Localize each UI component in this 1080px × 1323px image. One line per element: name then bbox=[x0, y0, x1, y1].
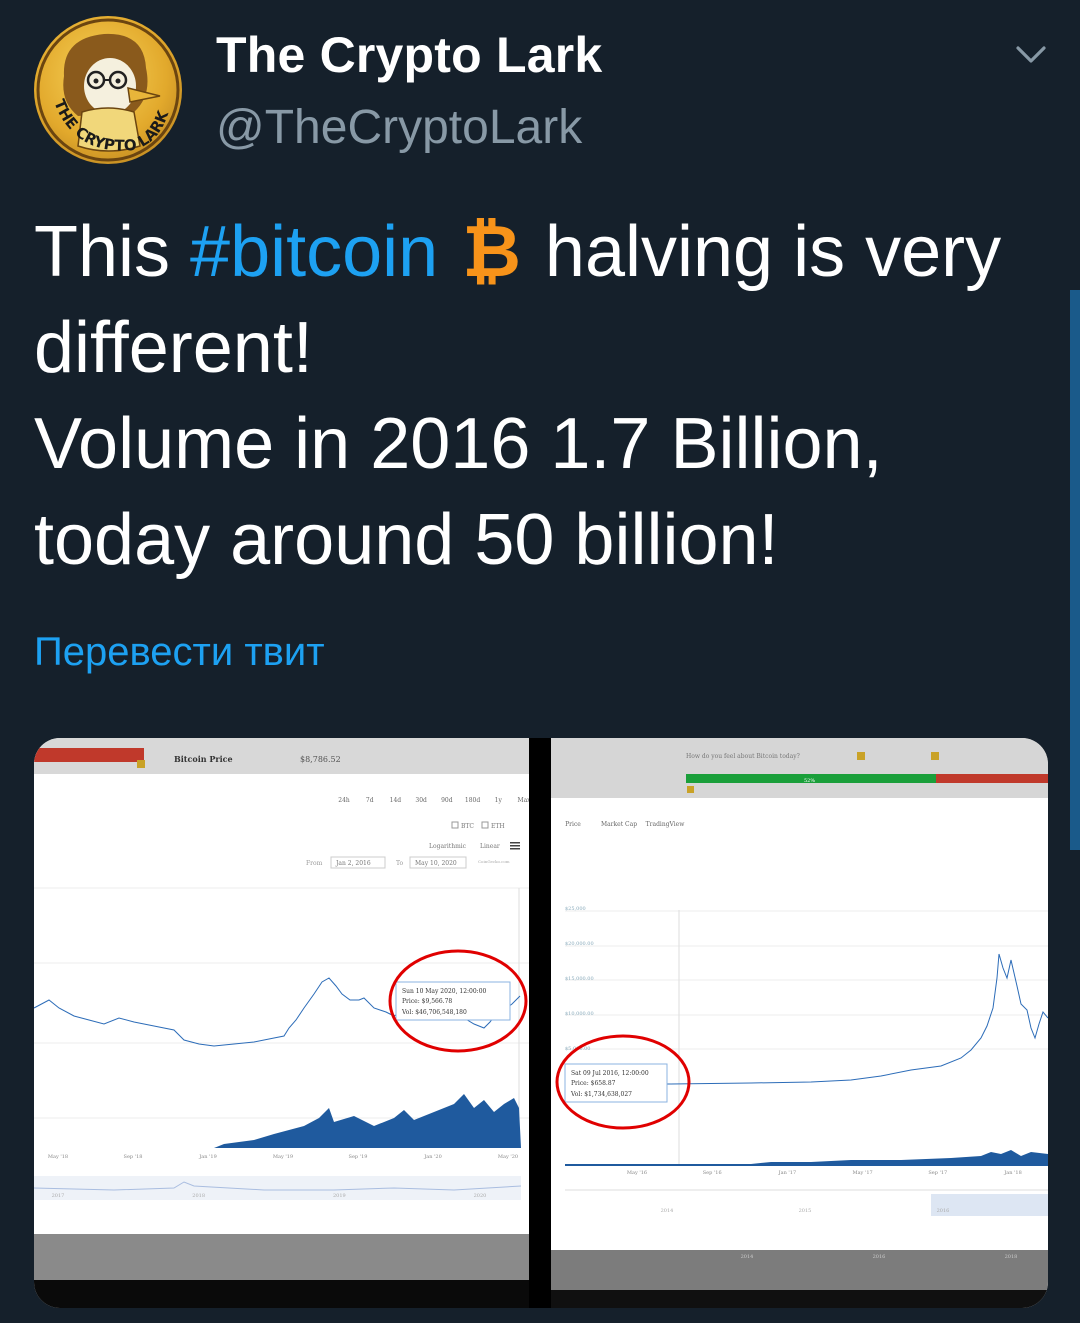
range-tab[interactable]: 24h bbox=[338, 797, 350, 804]
to-date-input: May 10, 2020 bbox=[415, 860, 457, 867]
left-header-title: Bitcoin Price bbox=[174, 754, 233, 764]
navigator-year: 2016 bbox=[873, 1254, 886, 1260]
navigator-year: 2015 bbox=[799, 1208, 812, 1214]
range-tab[interactable]: Max bbox=[517, 797, 529, 804]
x-tick-label: May '20 bbox=[498, 1154, 518, 1160]
source-credit: CoinGecko.com bbox=[478, 859, 510, 864]
x-tick-label: Sep '19 bbox=[349, 1154, 368, 1160]
to-label: To bbox=[396, 860, 404, 867]
x-tick-label: Jan '18 bbox=[1003, 1170, 1022, 1176]
hashtag-link[interactable]: #bitcoin bbox=[190, 212, 438, 292]
range-tab[interactable]: 14d bbox=[390, 797, 402, 804]
chart-tab[interactable]: Market Cap bbox=[601, 821, 637, 828]
x-tick-label: May '16 bbox=[627, 1170, 647, 1176]
x-tick-label: Sep '16 bbox=[703, 1170, 722, 1176]
tweet-media[interactable]: Bitcoin Price $8,786.52 24h 7d 14d 30d 90d 18… bbox=[34, 738, 1048, 1308]
poll-percent: 52% bbox=[804, 778, 815, 784]
right-tooltip-volume: Vol: $1,734,638,027 bbox=[570, 1091, 632, 1098]
tweet-text-line4: today around 50 billion! bbox=[34, 500, 779, 580]
avatar[interactable]: THE CRYPTO LARK bbox=[34, 16, 182, 164]
chart-tab[interactable]: Price bbox=[565, 821, 581, 828]
navigator-year: 2016 bbox=[937, 1208, 950, 1214]
scale-linear: Linear bbox=[480, 843, 500, 850]
chevron-down-icon[interactable] bbox=[1014, 40, 1048, 68]
media-image-right[interactable]: How do you feel about Bitcoin today? 52%… bbox=[551, 738, 1048, 1308]
navigator-year: 2020 bbox=[474, 1193, 487, 1199]
right-tooltip-date: Sat 09 Jul 2016, 12:00:00 bbox=[571, 1070, 649, 1077]
from-date-input: Jan 2, 2016 bbox=[335, 860, 371, 867]
navigator-year: 2014 bbox=[661, 1208, 674, 1214]
range-tab[interactable]: 90d bbox=[441, 797, 453, 804]
right-tooltip-price: Price: $658.87 bbox=[571, 1080, 616, 1087]
display-name[interactable]: The Crypto Lark bbox=[216, 26, 602, 84]
navigator-year: 2017 bbox=[52, 1193, 65, 1199]
x-tick-label: May '17 bbox=[852, 1170, 872, 1176]
poll-question: How do you feel about Bitcoin today? bbox=[686, 753, 800, 760]
navigator-year: 2019 bbox=[333, 1193, 346, 1199]
bitcoin-icon: ₿ bbox=[462, 212, 521, 292]
left-tooltip-date: Sun 10 May 2020, 12:00:00 bbox=[402, 988, 487, 995]
compare-eth: ETH bbox=[491, 823, 505, 830]
y-tick-label: $15,000.00 bbox=[565, 976, 594, 982]
navigator-year: 2014 bbox=[741, 1254, 754, 1260]
y-tick-label: $10,000.00 bbox=[565, 1011, 594, 1017]
range-tab[interactable]: 180d bbox=[465, 797, 480, 804]
navigator-year: 2018 bbox=[192, 1193, 205, 1199]
user-handle[interactable]: @TheCryptoLark bbox=[216, 100, 582, 155]
tweet-text: This #bitcoin ₿ halving is very differen… bbox=[34, 204, 1034, 588]
chart-tab[interactable]: TradingView bbox=[646, 821, 686, 828]
translate-tweet-link[interactable]: Перевести твит bbox=[34, 630, 325, 675]
x-tick-label: Jan '17 bbox=[778, 1170, 797, 1176]
from-label: From bbox=[306, 860, 323, 867]
x-tick-label: May '19 bbox=[273, 1154, 293, 1160]
range-tab[interactable]: 7d bbox=[366, 797, 374, 804]
scrollbar[interactable] bbox=[1070, 290, 1080, 850]
scale-logarithmic: Logarithmic bbox=[429, 843, 467, 850]
avatar-image: THE CRYPTO LARK bbox=[36, 18, 180, 162]
left-tooltip-volume: Vol: $46,706,548,180 bbox=[401, 1009, 467, 1016]
x-tick-label: Jan '19 bbox=[198, 1154, 217, 1160]
x-tick-label: Jan '20 bbox=[423, 1154, 442, 1160]
tweet-text-part1: This bbox=[34, 212, 191, 292]
y-tick-label: $25,000 bbox=[565, 906, 586, 912]
range-tab[interactable]: 1y bbox=[495, 797, 503, 804]
x-tick-label: Sep '17 bbox=[928, 1170, 947, 1176]
navigator-year: 2018 bbox=[1005, 1254, 1018, 1260]
media-image-left[interactable]: Bitcoin Price $8,786.52 24h 7d 14d 30d 90d 18… bbox=[34, 738, 529, 1308]
y-tick-label: $20,000.00 bbox=[565, 941, 594, 947]
compare-btc: BTC bbox=[461, 823, 474, 830]
left-tooltip-price: Price: $9,566.78 bbox=[402, 998, 452, 1005]
range-tab[interactable]: 30d bbox=[415, 797, 427, 804]
x-tick-label: Sep '18 bbox=[124, 1154, 143, 1160]
tweet-text-line3: Volume in 2016 1.7 Billion, bbox=[34, 404, 883, 484]
left-header-price: $8,786.52 bbox=[300, 755, 341, 764]
x-tick-label: May '18 bbox=[48, 1154, 68, 1160]
